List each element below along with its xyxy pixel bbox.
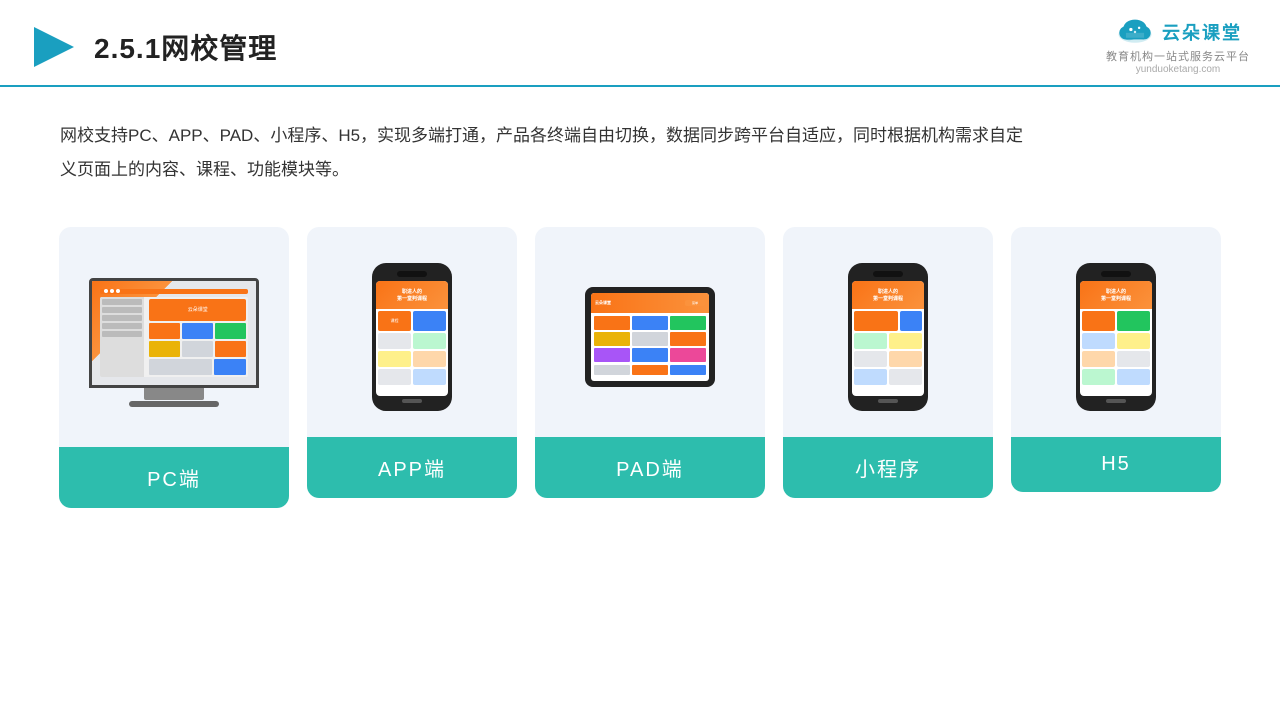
card-pc-image: 云朵课堂 [59, 227, 289, 447]
card-pad-label: PAD端 [535, 437, 765, 498]
card-pad: 云朵课堂 菜单 [535, 227, 765, 498]
pad-tablet-mockup: 云朵课堂 菜单 [585, 287, 715, 387]
logo-tagline: 教育机构一站式服务云平台 [1106, 48, 1250, 64]
card-miniprogram-image: 职进人的第一堂判课程 [783, 227, 993, 437]
miniprogram-phone-mockup: 职进人的第一堂判课程 [848, 263, 928, 411]
card-h5-label: H5 [1011, 437, 1221, 492]
play-icon [30, 23, 78, 71]
card-h5: 职进人的第一堂判课程 [1011, 227, 1221, 492]
card-h5-image: 职进人的第一堂判课程 [1011, 227, 1221, 437]
pad-tablet-frame: 云朵课堂 菜单 [585, 287, 715, 387]
app-phone-frame: 职进人的第一堂判课程 课程 [372, 263, 452, 411]
header-left: 2.5.1网校管理 [30, 23, 277, 71]
logo-cloud-icon [1114, 18, 1156, 46]
card-app-label: APP端 [307, 437, 517, 498]
page-title: 2.5.1网校管理 [94, 27, 277, 67]
h5-phone-frame: 职进人的第一堂判课程 [1076, 263, 1156, 411]
description: 网校支持PC、APP、PAD、小程序、H5，实现多端打通，产品各终端自由切换，数… [0, 87, 1100, 207]
cards-container: 云朵课堂 [0, 207, 1280, 538]
logo-area: 云朵课堂 教育机构一站式服务云平台 yunduoketang.com [1106, 18, 1250, 75]
header: 2.5.1网校管理 云朵课堂 教育机构一站式服务云平台 yunduoketang… [0, 0, 1280, 87]
h5-phone-mockup: 职进人的第一堂判课程 [1076, 263, 1156, 411]
card-pc: 云朵课堂 [59, 227, 289, 508]
card-app-image: 职进人的第一堂判课程 课程 [307, 227, 517, 437]
logo-url: yunduoketang.com [1136, 64, 1221, 75]
card-app: 职进人的第一堂判课程 课程 [307, 227, 517, 498]
card-miniprogram-label: 小程序 [783, 437, 993, 498]
app-phone-mockup: 职进人的第一堂判课程 课程 [372, 263, 452, 411]
logo-text: 云朵课堂 [1162, 19, 1242, 45]
miniprogram-phone-frame: 职进人的第一堂判课程 [848, 263, 928, 411]
logo-cloud: 云朵课堂 [1114, 18, 1242, 46]
card-pad-image: 云朵课堂 菜单 [535, 227, 765, 437]
pc-mockup: 云朵课堂 [89, 278, 259, 407]
card-pc-label: PC端 [59, 447, 289, 508]
pc-screen: 云朵课堂 [89, 278, 259, 388]
card-miniprogram: 职进人的第一堂判课程 [783, 227, 993, 498]
